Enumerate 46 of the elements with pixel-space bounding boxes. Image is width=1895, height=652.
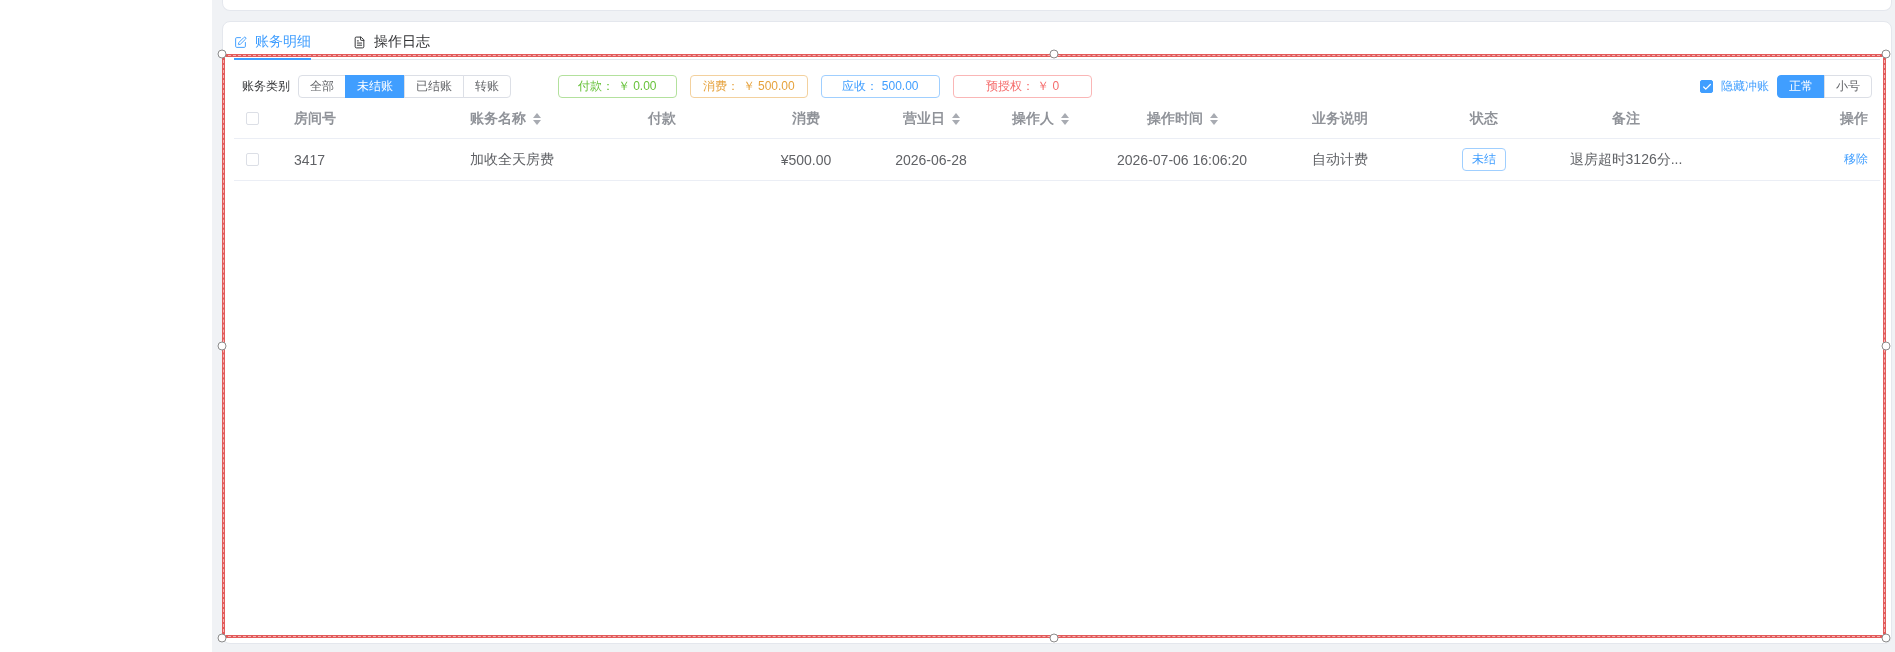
sort-icon[interactable]: [1209, 112, 1218, 125]
column-header: 操作人: [1011, 109, 1054, 128]
status-tag: 未结: [1462, 148, 1506, 171]
resize-handle[interactable]: [217, 49, 227, 59]
row-checkbox[interactable]: [246, 153, 259, 166]
resize-handle[interactable]: [1881, 49, 1891, 59]
table-cell: ¥500.00: [780, 151, 832, 168]
column-header: 备注: [1612, 109, 1640, 128]
column-header: 操作: [1840, 109, 1868, 128]
resize-handle[interactable]: [1049, 49, 1059, 59]
column-header: 业务说明: [1312, 109, 1368, 128]
resize-handle[interactable]: [1881, 341, 1891, 351]
filter-option[interactable]: 转账: [463, 75, 511, 98]
resize-handle[interactable]: [217, 341, 227, 351]
resize-handle[interactable]: [1049, 633, 1059, 643]
table-cell: 2026-07-06 16:06:20: [1117, 151, 1247, 168]
sort-icon[interactable]: [533, 112, 541, 125]
hide-reversal-checkbox[interactable]: [1700, 80, 1713, 93]
resize-handle[interactable]: [1881, 633, 1891, 643]
column-header: 付款: [648, 109, 676, 128]
table-cell: 自动计费: [1312, 150, 1368, 169]
column-header: 状态: [1470, 109, 1498, 128]
table-cell: 退房超时3126分...: [1569, 150, 1683, 169]
size-option[interactable]: 小号: [1824, 75, 1872, 98]
column-header: 房间号: [294, 109, 336, 128]
table-cell: 加收全天房费: [470, 150, 554, 169]
column-header: 账务名称: [470, 109, 526, 128]
document-icon: [353, 35, 366, 49]
summary-badge: 预授权： ￥ 0: [953, 75, 1092, 98]
column-header: 操作时间: [1146, 109, 1203, 128]
select-all-checkbox[interactable]: [246, 112, 259, 125]
table-cell: 2026-06-28: [895, 151, 967, 168]
column-header: 营业日: [902, 109, 945, 128]
filter-option[interactable]: 已结账: [404, 75, 464, 98]
summary-badge: 消费： ￥ 500.00: [690, 75, 808, 98]
resize-handle[interactable]: [217, 633, 227, 643]
tab[interactable]: 操作日志: [353, 22, 430, 60]
edit-icon: [234, 35, 247, 49]
table-cell: 3417: [294, 151, 326, 168]
summary-badge: 应收： 500.00: [821, 75, 940, 98]
filter-option[interactable]: 全部: [298, 75, 346, 98]
filter-label: 账务类别: [242, 78, 290, 95]
column-header: 消费: [792, 109, 820, 128]
summary-badge: 付款： ￥ 0.00: [558, 75, 677, 98]
sort-icon[interactable]: [1060, 112, 1069, 125]
sort-icon[interactable]: [951, 112, 960, 125]
